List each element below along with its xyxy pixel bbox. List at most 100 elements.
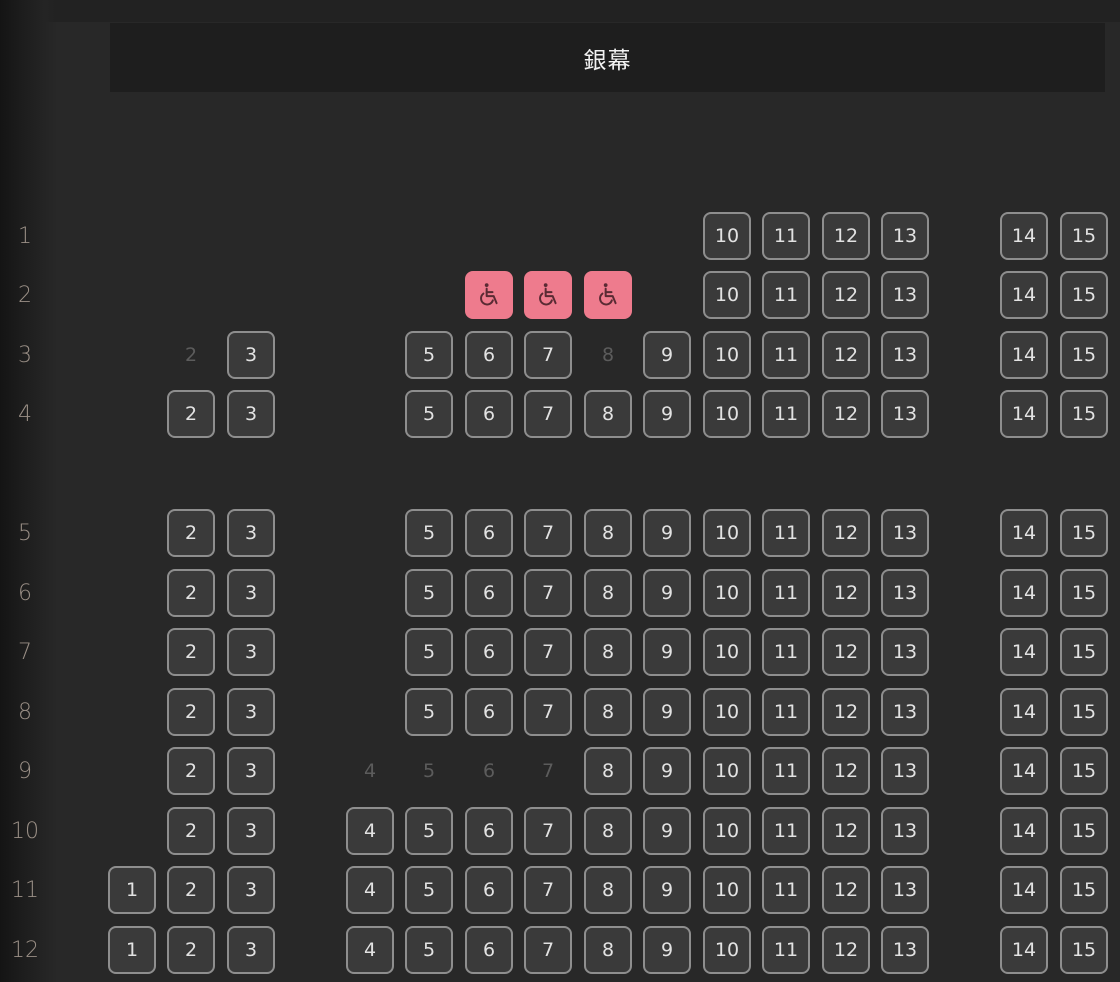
seat-button[interactable]: 3 <box>227 747 275 795</box>
seat-button[interactable]: 3 <box>227 688 275 736</box>
seat-button[interactable]: 14 <box>1000 866 1048 914</box>
seat-button[interactable]: 10 <box>703 807 751 855</box>
seat-button[interactable]: 15 <box>1060 747 1108 795</box>
seat-button[interactable]: 6 <box>465 926 513 974</box>
seat-button[interactable]: 8 <box>584 628 632 676</box>
seat-button[interactable]: 7 <box>524 390 572 438</box>
seat-button[interactable]: 12 <box>822 390 870 438</box>
seat-button[interactable]: 4 <box>346 866 394 914</box>
seat-button[interactable]: 12 <box>822 509 870 557</box>
seat-button[interactable]: 11 <box>762 331 810 379</box>
seat-button[interactable]: 3 <box>227 807 275 855</box>
seat-button[interactable]: 5 <box>405 569 453 617</box>
seat-button[interactable]: 3 <box>227 569 275 617</box>
seat-button[interactable]: 11 <box>762 747 810 795</box>
seat-button[interactable]: 10 <box>703 390 751 438</box>
seat-button[interactable]: 11 <box>762 688 810 736</box>
wheelchair-seat[interactable] <box>524 271 572 319</box>
seat-button[interactable]: 8 <box>584 866 632 914</box>
seat-button[interactable]: 13 <box>881 628 929 676</box>
seat-button[interactable]: 7 <box>524 509 572 557</box>
seat-button[interactable]: 5 <box>405 509 453 557</box>
seat-button[interactable]: 15 <box>1060 807 1108 855</box>
seat-button[interactable]: 5 <box>405 331 453 379</box>
wheelchair-seat[interactable] <box>465 271 513 319</box>
seat-button[interactable]: 7 <box>524 628 572 676</box>
seat-button[interactable]: 14 <box>1000 628 1048 676</box>
seat-button[interactable]: 7 <box>524 866 572 914</box>
seat-button[interactable]: 12 <box>822 807 870 855</box>
seat-button[interactable]: 6 <box>465 390 513 438</box>
seat-button[interactable]: 12 <box>822 866 870 914</box>
seat-button[interactable]: 9 <box>643 569 691 617</box>
seat-button[interactable]: 10 <box>703 866 751 914</box>
seat-button[interactable]: 12 <box>822 628 870 676</box>
seat-button[interactable]: 8 <box>584 926 632 974</box>
seat-button[interactable]: 3 <box>227 926 275 974</box>
seat-button[interactable]: 10 <box>703 331 751 379</box>
seat-button[interactable]: 15 <box>1060 688 1108 736</box>
seat-button[interactable]: 13 <box>881 390 929 438</box>
seat-button[interactable]: 3 <box>227 331 275 379</box>
seat-button[interactable]: 9 <box>643 628 691 676</box>
seat-button[interactable]: 15 <box>1060 866 1108 914</box>
seat-button[interactable]: 15 <box>1060 926 1108 974</box>
seat-button[interactable]: 11 <box>762 390 810 438</box>
seat-button[interactable]: 12 <box>822 688 870 736</box>
seat-button[interactable]: 14 <box>1000 390 1048 438</box>
seat-button[interactable]: 13 <box>881 807 929 855</box>
seat-button[interactable]: 2 <box>167 807 215 855</box>
seat-button[interactable]: 7 <box>524 807 572 855</box>
seat-button[interactable]: 11 <box>762 212 810 260</box>
seat-button[interactable]: 3 <box>227 509 275 557</box>
seat-button[interactable]: 14 <box>1000 569 1048 617</box>
seat-button[interactable]: 6 <box>465 866 513 914</box>
seat-button[interactable]: 8 <box>584 509 632 557</box>
seat-button[interactable]: 1 <box>108 866 156 914</box>
seat-button[interactable]: 9 <box>643 331 691 379</box>
seat-button[interactable]: 7 <box>524 569 572 617</box>
seat-button[interactable]: 14 <box>1000 926 1048 974</box>
seat-button[interactable]: 15 <box>1060 628 1108 676</box>
seat-button[interactable]: 15 <box>1060 390 1108 438</box>
seat-button[interactable]: 2 <box>167 390 215 438</box>
seat-button[interactable]: 1 <box>108 926 156 974</box>
seat-button[interactable]: 5 <box>405 628 453 676</box>
seat-button[interactable]: 13 <box>881 926 929 974</box>
seat-button[interactable]: 10 <box>703 509 751 557</box>
seat-button[interactable]: 2 <box>167 926 215 974</box>
seat-button[interactable]: 13 <box>881 212 929 260</box>
seat-button[interactable]: 12 <box>822 331 870 379</box>
seat-button[interactable]: 11 <box>762 628 810 676</box>
seat-button[interactable]: 13 <box>881 331 929 379</box>
seat-button[interactable]: 6 <box>465 807 513 855</box>
seat-button[interactable]: 13 <box>881 747 929 795</box>
seat-button[interactable]: 12 <box>822 569 870 617</box>
seat-button[interactable]: 10 <box>703 271 751 319</box>
seat-button[interactable]: 11 <box>762 807 810 855</box>
seat-button[interactable]: 11 <box>762 866 810 914</box>
seat-button[interactable]: 11 <box>762 271 810 319</box>
seat-button[interactable]: 12 <box>822 212 870 260</box>
seat-button[interactable]: 7 <box>524 926 572 974</box>
seat-button[interactable]: 11 <box>762 926 810 974</box>
seat-button[interactable]: 3 <box>227 628 275 676</box>
seat-button[interactable]: 8 <box>584 390 632 438</box>
seat-button[interactable]: 9 <box>643 747 691 795</box>
seat-button[interactable]: 14 <box>1000 688 1048 736</box>
seat-button[interactable]: 2 <box>167 747 215 795</box>
seat-button[interactable]: 11 <box>762 569 810 617</box>
seat-button[interactable]: 3 <box>227 866 275 914</box>
seat-button[interactable]: 9 <box>643 688 691 736</box>
seat-button[interactable]: 15 <box>1060 212 1108 260</box>
seat-button[interactable]: 10 <box>703 569 751 617</box>
seat-button[interactable]: 2 <box>167 688 215 736</box>
seat-button[interactable]: 4 <box>346 926 394 974</box>
seat-button[interactable]: 8 <box>584 807 632 855</box>
seat-button[interactable]: 13 <box>881 569 929 617</box>
seat-button[interactable]: 6 <box>465 509 513 557</box>
seat-button[interactable]: 5 <box>405 926 453 974</box>
seat-button[interactable]: 15 <box>1060 509 1108 557</box>
seat-button[interactable]: 14 <box>1000 509 1048 557</box>
seat-button[interactable]: 2 <box>167 866 215 914</box>
